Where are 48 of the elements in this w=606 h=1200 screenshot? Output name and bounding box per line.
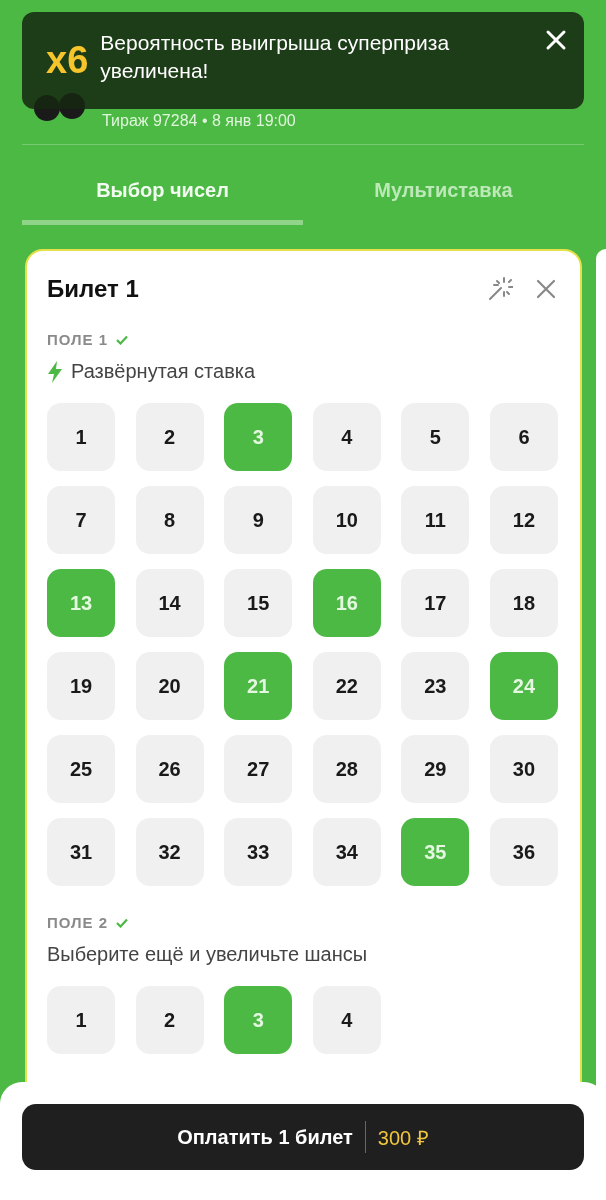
number-button[interactable]: 9 [224,486,293,554]
number-button[interactable]: 30 [489,735,558,803]
number-button[interactable]: 19 [47,652,115,720]
toast-message: Вероятность выигрыша суперприза увеличена! [100,30,451,84]
number-button[interactable]: 34 [312,818,381,886]
number-button[interactable]: 5 [401,403,470,471]
number-button[interactable]: 14 [135,569,204,637]
number-button[interactable]: 2 [135,986,204,1054]
number-button[interactable]: 4 [312,986,381,1054]
magic-wand-icon [487,276,513,302]
number-button[interactable]: 18 [489,569,558,637]
number-button[interactable]: 15 [224,569,293,637]
number-button[interactable]: 1 [47,986,115,1054]
lightning-icon [47,360,63,383]
close-icon [545,29,567,51]
number-button[interactable]: 31 [47,818,115,886]
number-button[interactable]: 23 [401,652,470,720]
number-button[interactable]: 2 [135,403,204,471]
number-button[interactable]: 11 [401,486,470,554]
magic-wand-button[interactable] [486,275,514,303]
number-button[interactable]: 36 [489,818,558,886]
number-button[interactable]: 1 [47,403,115,471]
field-label: ПОЛЕ 1 [47,331,109,348]
number-button[interactable]: 12 [489,486,558,554]
ticket-title: Билет 1 [47,275,140,303]
number-button[interactable]: 22 [312,652,381,720]
number-button[interactable]: 8 [135,486,204,554]
number-button[interactable]: 20 [135,652,204,720]
number-button[interactable]: 33 [224,818,293,886]
price: 300 ₽ [377,1125,429,1151]
number-button[interactable]: 6 [489,403,558,471]
number-button[interactable]: 28 [312,735,381,803]
number-button[interactable]: 27 [224,735,293,803]
number-button[interactable]: 32 [135,818,204,886]
multiplier-label: x6 [46,39,89,82]
number-button[interactable]: 25 [47,735,115,803]
number-button[interactable]: 17 [401,569,470,637]
field-hint: Развёрнутая ставка [71,360,256,383]
close-icon [535,278,557,300]
number-button[interactable]: 29 [401,735,470,803]
pay-button[interactable]: Оплатить 1 билет 300 ₽ [22,1104,584,1170]
field-hint: Выберите ещё и увеличьте шансы [47,943,368,966]
field-label: ПОЛЕ 2 [47,914,109,931]
number-button[interactable]: 10 [312,486,381,554]
number-button[interactable]: 26 [135,735,204,803]
number-button[interactable]: 4 [312,403,381,471]
draw-info: Тираж 97284 • 8 янв 19:00 [102,112,296,130]
number-button[interactable]: 7 [47,486,115,554]
